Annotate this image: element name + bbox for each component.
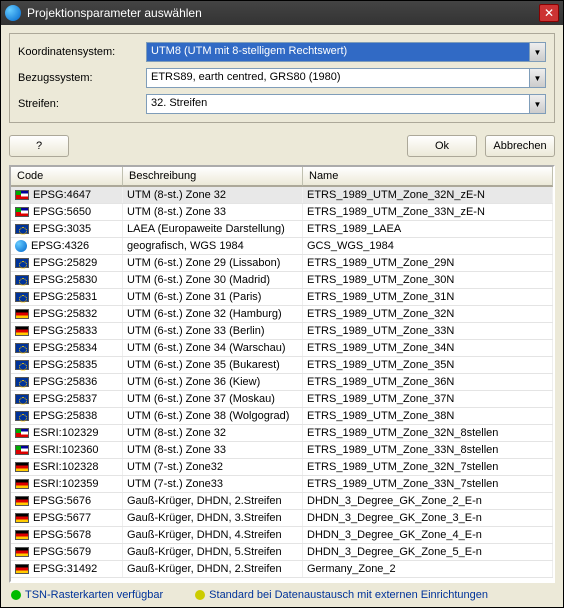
col-name[interactable]: Name (303, 167, 553, 186)
de-flag-icon (15, 479, 29, 489)
table-row[interactable]: EPSG:25835UTM (6-st.) Zone 35 (Bukarest)… (11, 357, 553, 374)
ref-label: Bezugssystem: (18, 72, 146, 84)
eu-flag-icon (15, 394, 29, 404)
help-button[interactable]: ? (9, 135, 69, 157)
de-flag-icon (15, 462, 29, 472)
de-flag-icon (15, 326, 29, 336)
table-row[interactable]: EPSG:25831UTM (6-st.) Zone 31 (Paris)ETR… (11, 289, 553, 306)
footer-legend: TSN-Rasterkarten verfügbar Standard bei … (1, 587, 563, 607)
chevron-down-icon[interactable]: ▼ (529, 95, 545, 113)
button-row: ? Ok Abbrechen (9, 135, 555, 157)
eu-flag-icon (15, 360, 29, 370)
table-row[interactable]: EPSG:5650UTM (8-st.) Zone 33ETRS_1989_UT… (11, 204, 553, 221)
de-flag-icon (15, 309, 29, 319)
table-row[interactable]: EPSG:25833UTM (6-st.) Zone 33 (Berlin)ET… (11, 323, 553, 340)
table-row[interactable]: EPSG:25838UTM (6-st.) Zone 38 (Wolgograd… (11, 408, 553, 425)
table-row[interactable]: EPSG:25836UTM (6-st.) Zone 36 (Kiew)ETRS… (11, 374, 553, 391)
eu-flag-icon (15, 258, 29, 268)
eu-flag-icon (15, 411, 29, 421)
de-flag-icon (15, 564, 29, 574)
table-row[interactable]: EPSG:31492Gauß-Krüger, DHDN, 2.StreifenG… (11, 561, 553, 578)
col-code[interactable]: Code (11, 167, 123, 186)
chevron-down-icon[interactable]: ▼ (529, 43, 545, 61)
eu-flag-icon (15, 292, 29, 302)
legend-green: TSN-Rasterkarten verfügbar (11, 589, 163, 601)
ref-value: ETRS89, earth centred, GRS80 (1980) (147, 69, 529, 87)
app-icon (5, 5, 21, 21)
col-desc[interactable]: Beschreibung (123, 167, 303, 186)
ref-select[interactable]: ETRS89, earth centred, GRS80 (1980) ▼ (146, 68, 546, 88)
coord-label: Koordinatensystem: (18, 46, 146, 58)
strip-value: 32. Streifen (147, 95, 529, 113)
table-row[interactable]: EPSG:25832UTM (6-st.) Zone 32 (Hamburg)E… (11, 306, 553, 323)
dialog-window: Projektionsparameter auswählen ✕ Koordin… (0, 0, 564, 608)
table-row[interactable]: EPSG:4326geografisch, WGS 1984GCS_WGS_19… (11, 238, 553, 255)
eu-flag-icon (15, 224, 29, 234)
form-panel: Koordinatensystem: UTM8 (UTM mit 8-stell… (9, 33, 555, 123)
strip-select[interactable]: 32. Streifen ▼ (146, 94, 546, 114)
green-dot-icon (11, 590, 21, 600)
de-flag-icon (15, 513, 29, 523)
ok-button[interactable]: Ok (407, 135, 477, 157)
grid-scroll[interactable]: Code Beschreibung Name EPSG:4647UTM (8-s… (11, 167, 553, 581)
table-row[interactable]: EPSG:5679Gauß-Krüger, DHDN, 5.StreifenDH… (11, 544, 553, 561)
table-row[interactable]: EPSG:25830UTM (6-st.) Zone 30 (Madrid)ET… (11, 272, 553, 289)
de-nw-flag-icon (15, 190, 29, 200)
de-nw-flag-icon (15, 428, 29, 438)
table-row[interactable]: EPSG:5677Gauß-Krüger, DHDN, 3.StreifenDH… (11, 510, 553, 527)
table-row[interactable]: ESRI:102360UTM (8-st.) Zone 33ETRS_1989_… (11, 442, 553, 459)
table-row[interactable]: EPSG:4647UTM (8-st.) Zone 32ETRS_1989_UT… (11, 187, 553, 204)
table-row[interactable]: ESRI:102328UTM (7-st.) Zone32ETRS_1989_U… (11, 459, 553, 476)
coord-select[interactable]: UTM8 (UTM mit 8-stelligem Rechtswert) ▼ (146, 42, 546, 62)
grid-header: Code Beschreibung Name (11, 167, 553, 187)
de-flag-icon (15, 496, 29, 506)
legend-yellow: Standard bei Datenaustausch mit externen… (195, 589, 488, 601)
chevron-down-icon[interactable]: ▼ (529, 69, 545, 87)
table-row[interactable]: EPSG:3035LAEA (Europaweite Darstellung)E… (11, 221, 553, 238)
titlebar: Projektionsparameter auswählen ✕ (1, 1, 563, 25)
table-row[interactable]: EPSG:25834UTM (6-st.) Zone 34 (Warschau)… (11, 340, 553, 357)
table-row[interactable]: EPSG:5678Gauß-Krüger, DHDN, 4.StreifenDH… (11, 527, 553, 544)
globe-flag-icon (15, 240, 27, 252)
strip-label: Streifen: (18, 98, 146, 110)
eu-flag-icon (15, 343, 29, 353)
de-nw-flag-icon (15, 207, 29, 217)
de-flag-icon (15, 530, 29, 540)
table-row[interactable]: EPSG:5676Gauß-Krüger, DHDN, 2.StreifenDH… (11, 493, 553, 510)
eu-flag-icon (15, 377, 29, 387)
projection-grid: Code Beschreibung Name EPSG:4647UTM (8-s… (9, 165, 555, 583)
table-row[interactable]: EPSG:25829UTM (6-st.) Zone 29 (Lissabon)… (11, 255, 553, 272)
de-nw-flag-icon (15, 445, 29, 455)
window-title: Projektionsparameter auswählen (27, 6, 539, 20)
de-flag-icon (15, 547, 29, 557)
table-row[interactable]: ESRI:102329UTM (8-st.) Zone 32ETRS_1989_… (11, 425, 553, 442)
cancel-button[interactable]: Abbrechen (485, 135, 555, 157)
table-row[interactable]: EPSG:25837UTM (6-st.) Zone 37 (Moskau)ET… (11, 391, 553, 408)
close-button[interactable]: ✕ (539, 4, 559, 22)
eu-flag-icon (15, 275, 29, 285)
yellow-dot-icon (195, 590, 205, 600)
table-row[interactable]: ESRI:102359UTM (7-st.) Zone33ETRS_1989_U… (11, 476, 553, 493)
coord-value: UTM8 (UTM mit 8-stelligem Rechtswert) (147, 43, 529, 61)
